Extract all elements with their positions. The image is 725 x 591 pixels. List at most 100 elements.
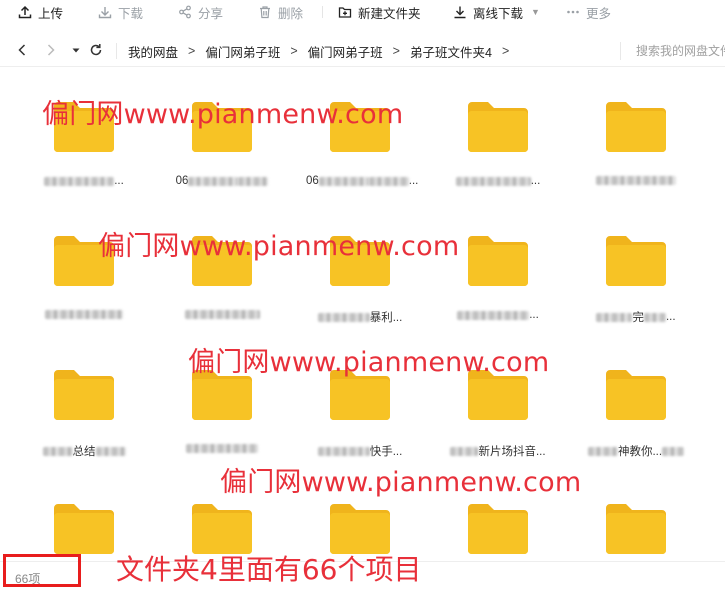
redacted-name <box>643 312 666 322</box>
folder-icon <box>606 102 666 152</box>
share-button[interactable]: 分享 <box>178 3 223 21</box>
search-input[interactable] <box>620 42 725 60</box>
folder-name-text: 快手... <box>369 446 403 458</box>
redacted-name <box>455 176 531 186</box>
redacted-name <box>318 176 369 186</box>
redacted-name <box>44 176 115 186</box>
folder-name-suffix: ... <box>529 309 539 321</box>
refresh-icon[interactable] <box>88 42 104 58</box>
breadcrumb-separator: > <box>501 44 510 58</box>
history-dropdown-icon[interactable] <box>68 42 84 58</box>
folder-icon <box>468 102 528 152</box>
more-dots-icon <box>566 5 580 19</box>
folder-name: 暴利... <box>306 309 414 325</box>
redacted-name <box>457 310 530 320</box>
redacted-name <box>186 444 258 454</box>
annotation-text: 文件夹4里面有66个项目 <box>116 553 422 586</box>
folder-icon <box>330 504 390 554</box>
breadcrumb-item[interactable]: 偏门网弟子班 <box>308 42 383 61</box>
new-folder-button[interactable]: 新建文件夹 <box>338 3 421 21</box>
folder-icon <box>54 504 114 554</box>
delete-button[interactable]: 删除 <box>258 3 303 21</box>
folder-name-text: 新片场抖音... <box>478 446 546 458</box>
folder-name-prefix: 06 <box>306 175 319 187</box>
redacted-name <box>662 446 685 456</box>
folder-icon <box>606 236 666 286</box>
back-arrow-icon[interactable] <box>14 42 30 58</box>
redacted-name <box>317 312 370 322</box>
folder-item[interactable]: 总结 <box>30 354 150 474</box>
folder-name-suffix: ... <box>408 175 419 187</box>
redacted-name <box>596 176 676 186</box>
folder-name <box>30 309 138 321</box>
redacted-name <box>238 176 269 186</box>
path-bar: 我的网盘 > 偏门网弟子班 > 偏门网弟子班 > 弟子班文件夹4 > <box>0 35 725 67</box>
folder-icon <box>606 504 666 554</box>
folder-name-prefix: 06 <box>175 175 189 187</box>
redacted-name <box>184 310 260 320</box>
folder-item[interactable] <box>582 86 702 206</box>
folder-name-text: 完 <box>632 312 644 324</box>
more-button[interactable]: 更多 <box>566 3 611 21</box>
folder-item[interactable]: 神教你... <box>582 354 702 474</box>
download-button[interactable]: 下载 <box>98 3 143 21</box>
folder-name-suffix: ... <box>114 175 124 187</box>
upload-icon <box>18 5 32 19</box>
forward-arrow-icon[interactable] <box>43 42 59 58</box>
folder-name: 总结 <box>30 443 138 459</box>
breadcrumb-item-current[interactable]: 弟子班文件夹4 <box>410 42 492 61</box>
folder-item[interactable]: ... <box>444 86 564 206</box>
redacted-name <box>368 176 409 186</box>
offline-download-icon <box>453 5 467 19</box>
breadcrumb-separator: > <box>290 44 298 58</box>
breadcrumb-item[interactable]: 偏门网弟子班 <box>205 42 280 61</box>
redacted-name <box>587 446 618 456</box>
offline-download-button[interactable]: 离线下载 ▼ <box>453 3 540 21</box>
folder-name: 06... <box>306 175 418 187</box>
breadcrumb-separator: > <box>392 44 400 58</box>
folder-name: 06 <box>168 175 276 187</box>
folder-item[interactable]: ... <box>444 220 564 340</box>
new-folder-icon <box>338 5 352 19</box>
folder-icon <box>192 504 252 554</box>
folder-name <box>168 309 276 321</box>
folder-icon <box>468 504 528 554</box>
redacted-name <box>596 312 633 322</box>
dropdown-caret-icon[interactable]: ▼ <box>531 7 540 17</box>
folder-name-suffix: ... <box>530 175 541 187</box>
folder-name: ... <box>30 175 138 187</box>
watermark-text: 偏门网www.pianmenw.com <box>42 99 404 130</box>
folder-name: 完... <box>582 309 690 325</box>
breadcrumb: 我的网盘 > 偏门网弟子班 > 偏门网弟子班 > 弟子班文件夹4 > <box>116 42 519 61</box>
share-icon <box>178 5 192 19</box>
folder-name <box>582 175 690 187</box>
redacted-name <box>450 446 479 456</box>
toolbar-divider <box>322 6 323 18</box>
folder-name: 神教你... <box>582 443 690 459</box>
redacted-name <box>95 446 126 456</box>
watermark-text: 偏门网www.pianmenw.com <box>188 347 550 378</box>
breadcrumb-item[interactable]: 我的网盘 <box>128 42 178 61</box>
toolbar: 上传 下载 分享 删除 新建文件夹 离线下载 ▼ 更多 <box>0 0 725 24</box>
folder-name: 新片场抖音... <box>444 443 552 459</box>
watermark-text: 偏门网www.pianmenw.com <box>98 231 460 262</box>
download-icon <box>98 5 112 19</box>
folder-name-text: 神教你... <box>617 446 663 458</box>
folder-name: 快手... <box>306 443 414 459</box>
redacted-name <box>317 446 370 456</box>
folder-item[interactable] <box>30 488 150 554</box>
redacted-name <box>45 310 123 320</box>
folder-name-text: 总结 <box>72 446 96 458</box>
folder-name: ... <box>444 175 552 187</box>
folder-name-text: 暴利... <box>369 312 403 324</box>
breadcrumb-separator: > <box>188 44 196 58</box>
folder-icon <box>468 236 528 286</box>
folder-icon <box>54 370 114 420</box>
trash-icon <box>258 5 272 19</box>
folder-item[interactable]: 完... <box>582 220 702 340</box>
folder-name <box>168 443 276 455</box>
upload-button[interactable]: 上传 <box>18 3 63 21</box>
folder-item[interactable] <box>582 488 702 554</box>
item-count: 66项 <box>15 572 41 586</box>
folder-name: ... <box>444 309 552 321</box>
